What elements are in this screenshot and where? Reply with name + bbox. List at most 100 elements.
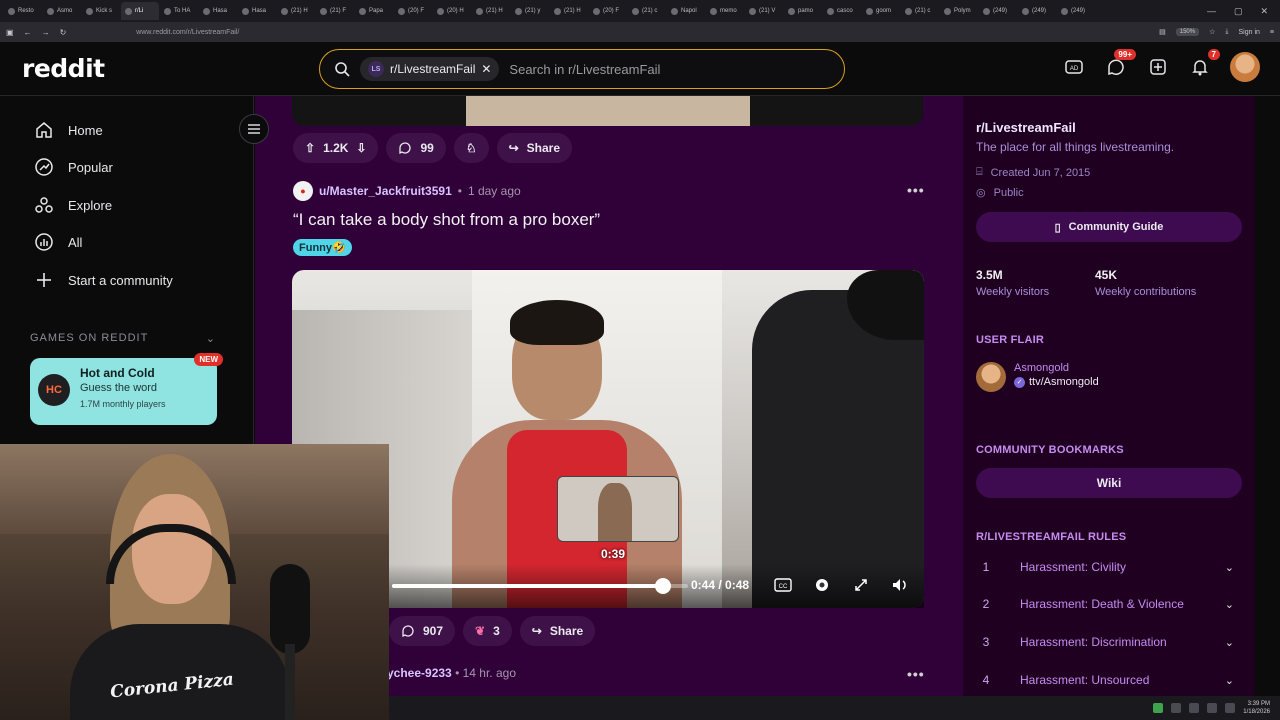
post-comments-button[interactable]: 907 bbox=[389, 616, 456, 646]
browser-tab[interactable]: Polym bbox=[940, 2, 978, 20]
browser-tab[interactable]: To HA bbox=[160, 2, 198, 20]
browser-tab[interactable]: (20) F bbox=[589, 2, 627, 20]
browser-tab[interactable]: memo bbox=[706, 2, 744, 20]
browser-tab[interactable]: Napol bbox=[667, 2, 705, 20]
browser-tab[interactable]: Resto bbox=[4, 2, 42, 20]
back-icon[interactable]: ← bbox=[24, 28, 32, 37]
url-field[interactable]: www.reddit.com/r/LivestreamFail/ bbox=[136, 29, 239, 36]
search-scope-chip[interactable]: LS r/LivestreamFail ✕ bbox=[360, 57, 500, 81]
reader-icon[interactable]: ▤ bbox=[1159, 28, 1166, 36]
browser-tab[interactable]: (249) bbox=[979, 2, 1017, 20]
browser-tab[interactable]: goom bbox=[862, 2, 900, 20]
browser-tab[interactable]: casco bbox=[823, 2, 861, 20]
comment-icon bbox=[399, 142, 412, 155]
upvote-icon[interactable]: ⇧ bbox=[305, 141, 315, 155]
volume-tray-icon[interactable] bbox=[1225, 703, 1236, 713]
tray-app-icon[interactable] bbox=[1171, 703, 1182, 713]
browser-tab[interactable]: (21) H bbox=[550, 2, 588, 20]
game-card[interactable]: HC Hot and Cold Guess the word 1.7M mont… bbox=[30, 353, 223, 425]
games-section-header[interactable]: GAMES ON REDDIT ⌄ bbox=[30, 332, 216, 345]
wiki-button[interactable]: Wiki bbox=[976, 468, 1242, 498]
settings-gear-icon[interactable] bbox=[811, 574, 833, 596]
forward-icon[interactable]: → bbox=[42, 28, 50, 37]
browser-tab[interactable]: Papa bbox=[355, 2, 393, 20]
reddit-logo[interactable]: reddit bbox=[22, 54, 105, 83]
browser-tab[interactable]: Hasa bbox=[238, 2, 276, 20]
volume-icon[interactable] bbox=[889, 574, 911, 596]
award-button[interactable]: ♘ bbox=[453, 133, 489, 163]
maximize-icon[interactable]: ▢ bbox=[1234, 6, 1243, 17]
downvote-icon[interactable]: ⇩ bbox=[356, 141, 366, 155]
rule-number: 4 bbox=[982, 673, 990, 687]
signin-link[interactable]: Sign in bbox=[1239, 29, 1260, 36]
nav-start-community[interactable]: Start a community bbox=[34, 270, 173, 290]
browser-tab[interactable]: (21) H bbox=[472, 2, 510, 20]
browser-tab[interactable]: (21) c bbox=[901, 2, 939, 20]
browser-tab[interactable]: (20) F bbox=[394, 2, 432, 20]
captions-icon[interactable]: CC bbox=[772, 574, 794, 596]
next-post-overflow-menu-icon[interactable]: ••• bbox=[907, 666, 925, 682]
collapse-sidebar-button[interactable] bbox=[239, 114, 269, 144]
post-author[interactable]: u/Master_Jackfruit3591 bbox=[319, 184, 452, 198]
next-post-author[interactable]: ychee-9233 bbox=[387, 666, 452, 680]
sidebar-toggle-icon[interactable]: ▣ bbox=[6, 28, 14, 37]
tab-favicon-icon bbox=[125, 7, 132, 15]
browser-tab[interactable]: (21) H bbox=[277, 2, 315, 20]
post-share-button[interactable]: ↪ Share bbox=[519, 616, 596, 646]
browser-tab[interactable]: r/Li bbox=[121, 2, 159, 20]
browser-tab[interactable]: (21) y bbox=[511, 2, 549, 20]
rule-item[interactable]: 3 Harassment: Discrimination ⌄ bbox=[976, 635, 1242, 649]
create-post-icon[interactable] bbox=[1146, 55, 1170, 79]
nav-all[interactable]: All bbox=[34, 232, 82, 252]
reload-icon[interactable]: ↻ bbox=[60, 28, 67, 37]
rule-item[interactable]: 4 Harassment: Unsourced ⌄ bbox=[976, 673, 1242, 687]
search-bar[interactable]: LS r/LivestreamFail ✕ Search in r/Livest… bbox=[319, 49, 845, 89]
post-flair[interactable]: Funny🤣 bbox=[293, 239, 352, 256]
browser-tab[interactable]: Kick s bbox=[82, 2, 120, 20]
share-button[interactable]: ↪ Share bbox=[496, 133, 573, 163]
system-clock[interactable]: 3:39 PM 1/18/2026 bbox=[1243, 700, 1270, 716]
notifications-bell-icon[interactable]: 7 bbox=[1188, 49, 1220, 79]
post-award-button[interactable]: ❦ 3 bbox=[463, 616, 512, 646]
tray-app-icon[interactable] bbox=[1153, 703, 1164, 713]
fullscreen-icon[interactable] bbox=[850, 574, 872, 596]
browser-tab[interactable]: (21) V bbox=[745, 2, 783, 20]
nav-explore[interactable]: Explore bbox=[34, 195, 112, 215]
browser-tab[interactable]: (20) H bbox=[433, 2, 471, 20]
clear-scope-icon[interactable]: ✕ bbox=[481, 62, 491, 76]
browser-tab[interactable]: pamo bbox=[784, 2, 822, 20]
nav-home[interactable]: Home bbox=[34, 120, 103, 140]
rule-item[interactable]: 1 Harassment: Civility ⌄ bbox=[976, 560, 1242, 574]
network-icon[interactable] bbox=[1207, 703, 1218, 713]
post-title[interactable]: “I can take a body shot from a pro boxer… bbox=[293, 210, 600, 230]
user-avatar[interactable] bbox=[1230, 52, 1260, 82]
minimize-icon[interactable]: — bbox=[1207, 6, 1216, 17]
previous-post-media[interactable] bbox=[292, 96, 923, 126]
tray-app-icon[interactable] bbox=[1189, 703, 1200, 713]
video-progress-bar[interactable] bbox=[392, 578, 688, 594]
browser-tab[interactable]: Asmo bbox=[43, 2, 81, 20]
browser-tab[interactable]: Hasa bbox=[199, 2, 237, 20]
download-icon[interactable]: ⤓ bbox=[1225, 28, 1228, 36]
search-input[interactable]: Search in r/LivestreamFail bbox=[509, 62, 660, 77]
menu-icon[interactable]: ≡ bbox=[1270, 29, 1274, 36]
user-flair[interactable]: Asmongold ✓ ttv/Asmongold bbox=[976, 362, 1099, 392]
chat-icon[interactable]: 99+ bbox=[1104, 49, 1136, 79]
browser-tab[interactable]: (249) bbox=[1057, 2, 1095, 20]
subreddit-name[interactable]: r/LivestreamFail bbox=[976, 120, 1076, 135]
tab-favicon-icon bbox=[203, 7, 210, 15]
zoom-level[interactable]: 150% bbox=[1175, 28, 1200, 36]
browser-tab[interactable]: (21) c bbox=[628, 2, 666, 20]
browser-tab[interactable]: (21) F bbox=[316, 2, 354, 20]
post-overflow-menu-icon[interactable]: ••• bbox=[907, 182, 925, 198]
post-author-avatar[interactable]: ● bbox=[293, 181, 313, 201]
advertise-icon[interactable]: AD bbox=[1062, 55, 1086, 79]
bookmark-star-icon[interactable]: ☆ bbox=[1209, 28, 1215, 36]
close-window-icon[interactable]: ✕ bbox=[1260, 6, 1268, 17]
community-guide-button[interactable]: ▯ Community Guide bbox=[976, 212, 1242, 242]
nav-popular[interactable]: Popular bbox=[34, 157, 113, 177]
browser-tab[interactable]: (249) bbox=[1018, 2, 1056, 20]
comments-button[interactable]: 99 bbox=[386, 133, 446, 163]
rule-item[interactable]: 2 Harassment: Death & Violence ⌄ bbox=[976, 597, 1242, 611]
video-progress-knob[interactable] bbox=[655, 578, 672, 594]
